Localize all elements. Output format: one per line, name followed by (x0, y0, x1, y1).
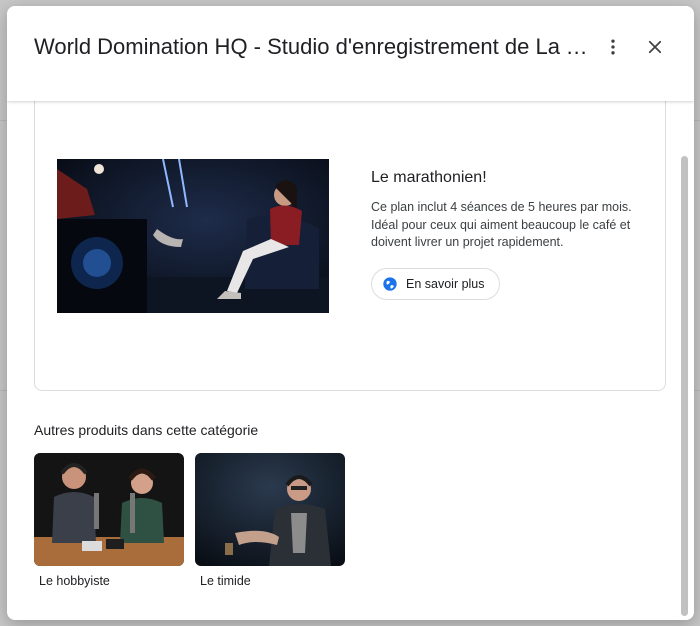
more-vert-icon (611, 39, 615, 55)
globe-icon (383, 277, 397, 291)
more-options-button[interactable] (598, 32, 628, 62)
dialog-header: World Domination HQ - Studio d'enregistr… (7, 6, 694, 101)
plan-description: Ce plan inclut 4 séances de 5 heures par… (371, 200, 632, 249)
plan-title: Le marathonien! (371, 169, 487, 186)
product-dialog: World Domination HQ - Studio d'enregistr… (7, 6, 694, 620)
product-thumbnail (34, 453, 184, 566)
product-label: Le hobbyiste (39, 574, 110, 588)
learn-more-label: En savoir plus (406, 277, 485, 291)
close-button[interactable] (640, 32, 670, 62)
dialog-body: Le marathonien! Ce plan inclut 4 séances… (7, 101, 694, 620)
close-icon (648, 40, 662, 54)
plan-card: Le marathonien! Ce plan inclut 4 séances… (34, 101, 666, 391)
dialog-scrollbar[interactable] (681, 156, 689, 616)
learn-more-button[interactable]: En savoir plus (371, 268, 500, 300)
section-title: Autres produits dans cette catégorie (34, 422, 259, 438)
dialog-title: World Domination HQ - Studio d'enregistr… (34, 34, 589, 59)
product-card-hobbyist[interactable]: Le hobbyiste (34, 453, 184, 588)
product-card-shy[interactable]: Le timide (195, 453, 345, 588)
product-label: Le timide (200, 574, 251, 588)
plan-image (57, 159, 329, 313)
product-thumbnail (195, 453, 345, 566)
scrollbar-thumb[interactable] (681, 156, 688, 616)
